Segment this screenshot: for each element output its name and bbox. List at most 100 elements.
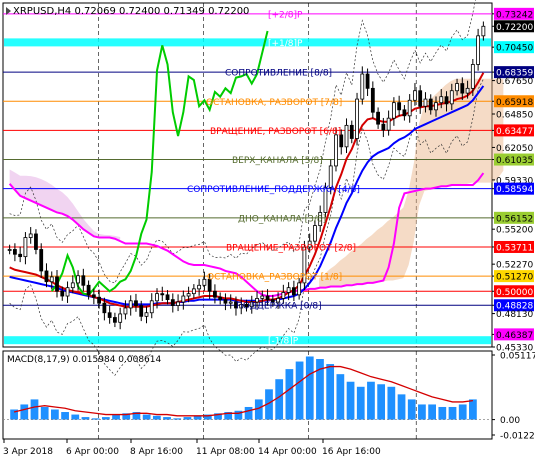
macd-bar: [71, 414, 80, 420]
candle-body: [23, 237, 28, 258]
macd-bar: [142, 414, 151, 420]
candle-body: [476, 35, 481, 65]
murrey-label-8: ВРАЩЕНИЕ_РАЗВОРОТ [2/8]: [226, 243, 356, 253]
price-tick-label: 0.46387: [496, 331, 533, 341]
price-tick-label: 0.55200: [496, 226, 533, 236]
price-tick-label: 0.56152: [496, 214, 533, 224]
candle-body: [418, 90, 423, 107]
candle-body: [81, 275, 86, 286]
murrey-label-1: [+1/8]P: [268, 39, 303, 49]
price-tick-label: 0.48130: [496, 310, 533, 320]
candle-body: [376, 111, 380, 125]
candle-body: [355, 98, 359, 139]
macd-bar: [397, 394, 406, 420]
murrey-label-0: [+2/8]P: [268, 10, 303, 20]
price-tick-label: 0.63477: [496, 127, 533, 137]
macd-bar: [469, 399, 477, 420]
candle-body: [102, 302, 107, 314]
macd-bar: [30, 399, 39, 420]
candle-body: [70, 282, 75, 289]
macd-bar: [438, 406, 447, 420]
candle-body: [123, 307, 128, 315]
murrey-label-6: СОПРОТИВЛЕНИЕ_ПОДДЕРЖКА [4/8]: [187, 185, 360, 195]
candle-body: [60, 290, 65, 297]
macd-bar: [407, 399, 416, 420]
candle-body: [191, 288, 196, 295]
macd-bar: [305, 356, 314, 420]
macd-bar: [428, 404, 436, 420]
candle-body: [118, 313, 123, 323]
candle-body: [465, 87, 470, 94]
candle-body: [91, 294, 96, 298]
candle-body: [434, 102, 438, 111]
macd-bar: [112, 414, 120, 420]
xrpusd-chart: [+2/8]P [+1/8]P СОПРОТИВЛЕНИЕ [8/8] ОСТАНОВ…: [0, 0, 535, 460]
candle-body: [297, 282, 302, 296]
macd-bar: [367, 381, 375, 420]
macd-bar: [40, 406, 49, 420]
macd-bar: [448, 406, 457, 420]
candle-body: [176, 301, 180, 306]
candle-body: [170, 299, 175, 306]
candle-body: [428, 98, 433, 111]
price-tick-label: 0.53711: [496, 243, 533, 253]
macd-title: MACD(8,17,9) 0.015984 0.008614: [7, 355, 162, 365]
price-tick-label: 0.61035: [496, 156, 533, 166]
macd-bar: [336, 374, 345, 420]
candle-body: [181, 295, 186, 303]
macd-bar: [51, 409, 59, 420]
price-tick-label: 0.72200: [496, 23, 533, 33]
candle-body: [481, 25, 486, 37]
macd-tick-label: 0.051176: [500, 352, 535, 362]
candle-body: [39, 249, 44, 272]
candle-body: [107, 312, 112, 318]
macd-bar: [183, 417, 192, 420]
candle-body: [86, 284, 91, 296]
price-tick-label: 0.62050: [496, 144, 533, 154]
candle-body: [186, 293, 191, 297]
candle-body: [18, 253, 23, 258]
candle-body: [65, 287, 70, 297]
candle-body: [265, 295, 270, 301]
candle-body: [381, 123, 386, 131]
murrey-label-9: ОСТАНОВКА_РАЗВОРОТ [1/8]: [207, 273, 342, 283]
candle-body: [128, 300, 133, 309]
candle-body: [397, 102, 402, 111]
macd-bar: [81, 417, 90, 420]
candle-body: [223, 299, 228, 304]
candle-body: [97, 296, 102, 304]
candle-body: [413, 90, 417, 101]
candle-body: [28, 233, 33, 238]
candle-body: [313, 225, 317, 242]
candle-body: [360, 73, 365, 100]
candle-body: [12, 249, 17, 255]
macd-bar: [387, 386, 396, 420]
macd-tick-label: 0.00: [500, 416, 520, 426]
macd-bar: [346, 381, 355, 420]
candle-body: [449, 90, 454, 105]
candle-body: [291, 287, 296, 296]
candle-body: [155, 293, 159, 302]
time-tick-label: 3 Apr 2018: [3, 447, 53, 457]
candle-body: [402, 109, 407, 117]
candle-body: [149, 300, 154, 314]
candle-body: [423, 98, 428, 107]
macd-bar: [377, 384, 386, 420]
murrey-label-2: СОПРОТИВЛЕНИЕ [8/8]: [225, 69, 332, 79]
time-tick-label: 6 Apr 00:00: [66, 447, 119, 457]
murrey-label-7: ДНО_КАНАЛА [3/8]: [238, 214, 326, 224]
cyan-band-0: [4, 38, 491, 47]
candle-body: [144, 312, 149, 317]
macd-bar: [356, 386, 365, 420]
macd-tick-label: -0.012202: [500, 432, 535, 442]
candle-body: [139, 305, 144, 317]
price-tick-label: 0.64850: [496, 111, 533, 121]
candle-body: [391, 102, 396, 119]
price-tick-label: 0.58594: [496, 185, 533, 195]
price-tick-label: 0.51270: [496, 273, 533, 283]
time-tick-label: 8 Apr 16:00: [130, 447, 183, 457]
macd-bar: [244, 406, 253, 420]
macd-bar: [163, 417, 171, 420]
chart-title: XRPUSD,H4 0.72069 0.72400 0.71349 0.7220…: [13, 6, 249, 17]
price-tick-label: 0.52270: [496, 261, 533, 271]
